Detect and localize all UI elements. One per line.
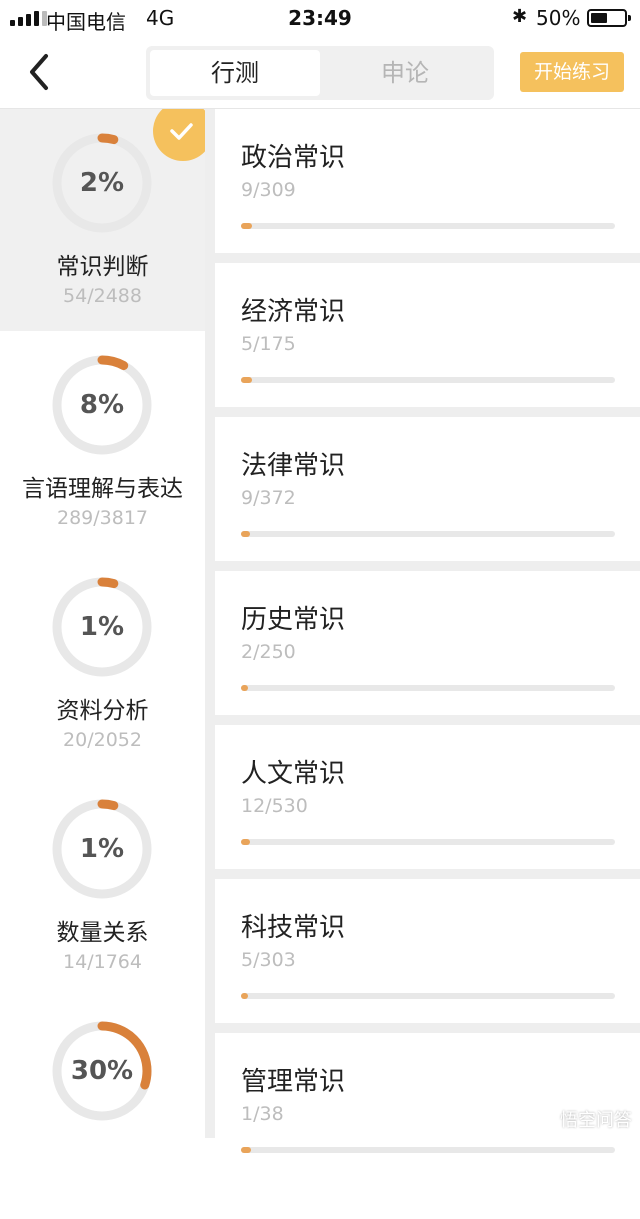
subcategory-card[interactable]: 经济常识 5/175 <box>215 263 640 407</box>
tab-switcher: 行测 申论 <box>146 46 494 100</box>
subcategory-title: 法律常识 <box>241 451 346 481</box>
subcategory-list: 政治常识 9/309 经济常识 5/175 法律常识 9/372 历史常识 2/250 人文常识… <box>215 109 640 1177</box>
progress-track <box>241 531 615 537</box>
progress-percent: 2% <box>79 168 125 198</box>
progress-bar <box>241 531 250 537</box>
back-button[interactable] <box>22 50 62 94</box>
progress-ring: 30% <box>50 1019 154 1123</box>
category-item[interactable]: 1% 资料分析 20/2052 <box>0 553 205 775</box>
progress-bar <box>241 223 252 229</box>
category-count: 14/1764 <box>63 951 142 973</box>
progress-percent: 1% <box>79 834 125 864</box>
subcategory-count: 9/372 <box>241 487 296 509</box>
category-name: 资料分析 <box>56 698 149 724</box>
progress-track <box>241 1147 615 1153</box>
progress-ring: 8% <box>50 353 154 457</box>
subcategory-title: 科技常识 <box>241 913 346 943</box>
subcategory-count: 2/250 <box>241 641 296 663</box>
progress-percent: 8% <box>79 390 125 420</box>
subcategory-card[interactable]: 政治常识 9/309 <box>215 109 640 253</box>
subcategory-title: 人文常识 <box>241 759 346 789</box>
subcategory-title: 历史常识 <box>241 605 346 635</box>
subcategory-count: 1/38 <box>241 1103 284 1125</box>
check-icon <box>153 109 205 161</box>
progress-percent: 30% <box>70 1056 134 1086</box>
progress-track <box>241 993 615 999</box>
progress-track <box>241 685 615 691</box>
battery-percent: 50% <box>536 6 581 30</box>
bluetooth-icon: ✱ <box>512 6 528 27</box>
subcategory-title: 管理常识 <box>241 1067 346 1097</box>
category-item[interactable]: 8% 言语理解与表达 289/3817 <box>0 331 205 553</box>
progress-bar <box>241 377 252 383</box>
category-count: 20/2052 <box>63 729 142 751</box>
progress-bar <box>241 685 249 691</box>
subcategory-title: 政治常识 <box>241 143 346 173</box>
subcategory-card[interactable]: 科技常识 5/303 <box>215 879 640 1023</box>
category-name: 言语理解与表达 <box>22 476 183 502</box>
subcategory-count: 9/309 <box>241 179 296 201</box>
progress-ring: 2% <box>50 131 154 235</box>
category-name: 数量关系 <box>56 920 149 946</box>
watermark-text: 悟空问答 <box>560 1110 632 1131</box>
progress-bar <box>241 993 249 999</box>
category-item[interactable]: 1% 数量关系 14/1764 <box>0 775 205 997</box>
tab-xingce[interactable]: 行测 <box>150 50 320 96</box>
start-practice-button[interactable]: 开始练习 <box>520 52 624 92</box>
progress-bar <box>241 1147 251 1153</box>
category-count: 289/3817 <box>56 507 149 529</box>
subcategory-card[interactable]: 人文常识 12/530 <box>215 725 640 869</box>
subcategory-count: 5/303 <box>241 949 296 971</box>
category-count: 54/2488 <box>63 285 142 307</box>
chevron-left-icon <box>30 54 48 90</box>
selected-badge <box>153 109 205 161</box>
progress-percent: 1% <box>79 612 125 642</box>
progress-bar <box>241 839 250 845</box>
category-name: 常识判断 <box>56 254 149 280</box>
subcategory-card[interactable]: 法律常识 9/372 <box>215 417 640 561</box>
progress-track <box>241 839 615 845</box>
nav-bar: 行测 申论 开始练习 <box>0 36 640 109</box>
subcategory-title: 经济常识 <box>241 297 346 327</box>
subcategory-card[interactable]: 历史常识 2/250 <box>215 571 640 715</box>
battery-icon <box>587 9 631 27</box>
tab-shenlun[interactable]: 申论 <box>320 50 490 96</box>
progress-ring: 1% <box>50 575 154 679</box>
column-divider <box>205 109 215 1138</box>
progress-track <box>241 223 615 229</box>
category-item[interactable]: 30% <box>0 997 205 1219</box>
status-bar: 中国电信 4G 23:49 ✱ 50% <box>0 0 640 36</box>
subcategory-card[interactable]: 管理常识 1/38 <box>215 1033 640 1177</box>
category-list: 2% 常识判断 54/2488 8% 言语理解与表达 289/3817 1% 资料分析 20/2… <box>0 109 205 1138</box>
watermark: 悟空问答 <box>528 1106 632 1132</box>
subcategory-count: 5/175 <box>241 333 296 355</box>
subcategory-count: 12/530 <box>241 795 308 817</box>
progress-ring: 1% <box>50 797 154 901</box>
watermark-logo-icon <box>528 1106 554 1132</box>
progress-track <box>241 377 615 383</box>
